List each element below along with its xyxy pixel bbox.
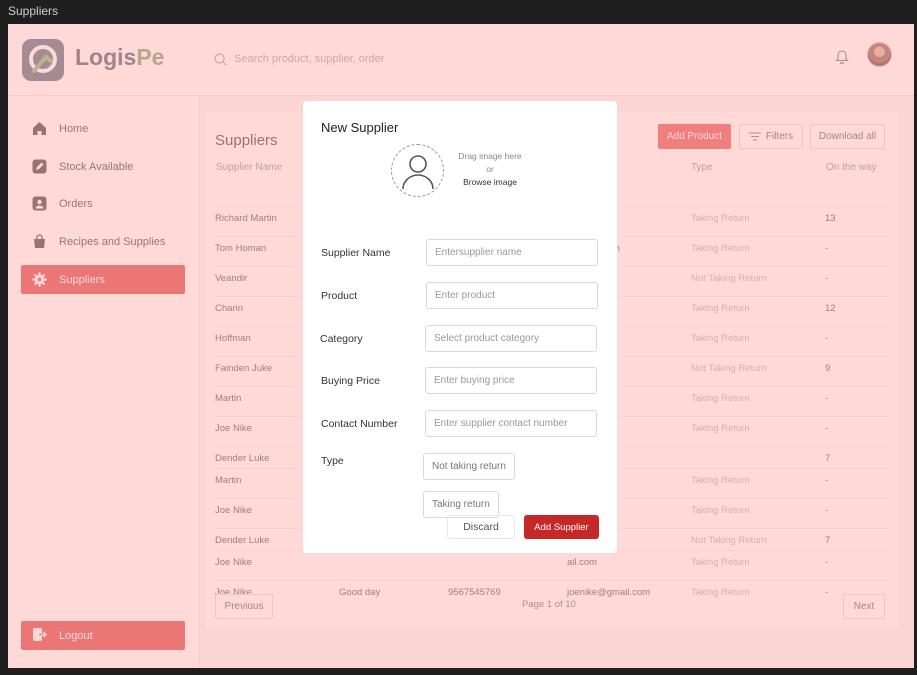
category-select[interactable]: Select product category [425, 325, 597, 352]
type-label: Type [321, 455, 344, 467]
not-taking-return-option[interactable]: Not taking return [423, 453, 515, 480]
new-supplier-dialog: New Supplier Drag image here or Browse i… [303, 101, 617, 553]
image-upload-area[interactable] [391, 144, 444, 197]
supplier-name-field[interactable]: Entersupplier name [426, 239, 598, 266]
product-label: Product [321, 290, 358, 302]
buying-price-field[interactable]: Enter buying price [425, 367, 597, 394]
browse-image-link[interactable]: Browse image [451, 176, 529, 189]
or-label: or [486, 164, 494, 174]
category-label: Category [320, 333, 363, 345]
app-frame: LogisPe Search product, supplier, order … [8, 24, 914, 668]
contact-number-label: Contact Number [321, 418, 398, 430]
drag-drop-text: Drag image here or Browse image [451, 150, 529, 189]
window-title: Suppliers [8, 4, 59, 18]
taking-return-option[interactable]: Taking return [423, 491, 499, 518]
dialog-title: New Supplier [321, 120, 399, 135]
contact-number-field[interactable]: Enter supplier contact number [425, 410, 597, 437]
user-avatar-icon [401, 154, 434, 189]
buying-price-label: Buying Price [321, 375, 380, 387]
product-field[interactable]: Enter product [426, 282, 598, 309]
drag-image-label: Drag image here [458, 151, 522, 161]
supplier-name-label: Supplier Name [321, 247, 391, 259]
add-supplier-button[interactable]: Add Supplier [524, 515, 599, 539]
discard-button[interactable]: Discard [447, 515, 515, 539]
